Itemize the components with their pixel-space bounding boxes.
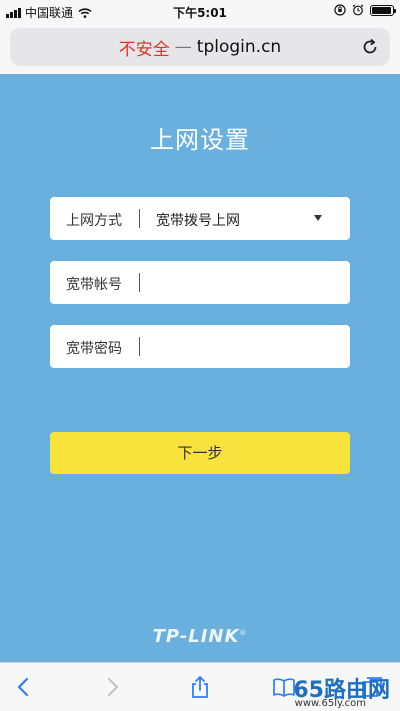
broadband-account-field[interactable]: 宽带帐号	[50, 261, 350, 304]
broadband-password-label: 宽带密码	[66, 341, 122, 357]
back-icon[interactable]	[12, 675, 36, 699]
next-step-button[interactable]: 下一步	[50, 432, 350, 474]
tp-link-logo: TP-LINK®	[0, 626, 400, 647]
connection-type-value: 宽带拨号上网	[156, 213, 240, 229]
browser-address-area: 不安全 — tplogin.cn	[0, 22, 400, 74]
dropdown-arrow-icon[interactable]	[314, 215, 322, 221]
reload-icon[interactable]	[360, 37, 380, 57]
broadband-password-field[interactable]: 宽带密码	[50, 325, 350, 368]
status-right	[334, 4, 396, 16]
orientation-lock-icon	[334, 4, 346, 16]
page-title: 上网设置	[150, 126, 250, 154]
address-dash: —	[174, 37, 192, 57]
address-domain: tplogin.cn	[196, 37, 282, 57]
logo-registered-mark: ®	[239, 629, 248, 637]
logo-text: TP-LINK	[152, 626, 240, 647]
forward-icon[interactable]	[100, 675, 124, 699]
connection-type-label: 上网方式	[66, 213, 122, 229]
battery-fill	[372, 6, 391, 14]
share-icon[interactable]	[188, 675, 212, 699]
alarm-icon	[352, 4, 364, 16]
field-separator	[139, 209, 140, 228]
router-setup-page: 上网设置 上网方式 宽带拨号上网 宽带帐号 宽带密码 下一步 TP-LINK®	[0, 74, 400, 662]
watermark-url: www.65ly.com	[294, 698, 366, 709]
broadband-password-input[interactable]	[140, 325, 350, 368]
broadband-account-label: 宽带帐号	[66, 277, 122, 293]
broadband-account-input[interactable]	[140, 261, 350, 304]
insecure-label: 不安全	[118, 39, 170, 60]
connection-type-select[interactable]: 上网方式 宽带拨号上网	[50, 197, 350, 240]
battery-icon	[370, 4, 396, 16]
status-bar: 中国联通 下午5:01	[0, 0, 400, 22]
address-bar[interactable]: 不安全 — tplogin.cn	[10, 28, 390, 66]
